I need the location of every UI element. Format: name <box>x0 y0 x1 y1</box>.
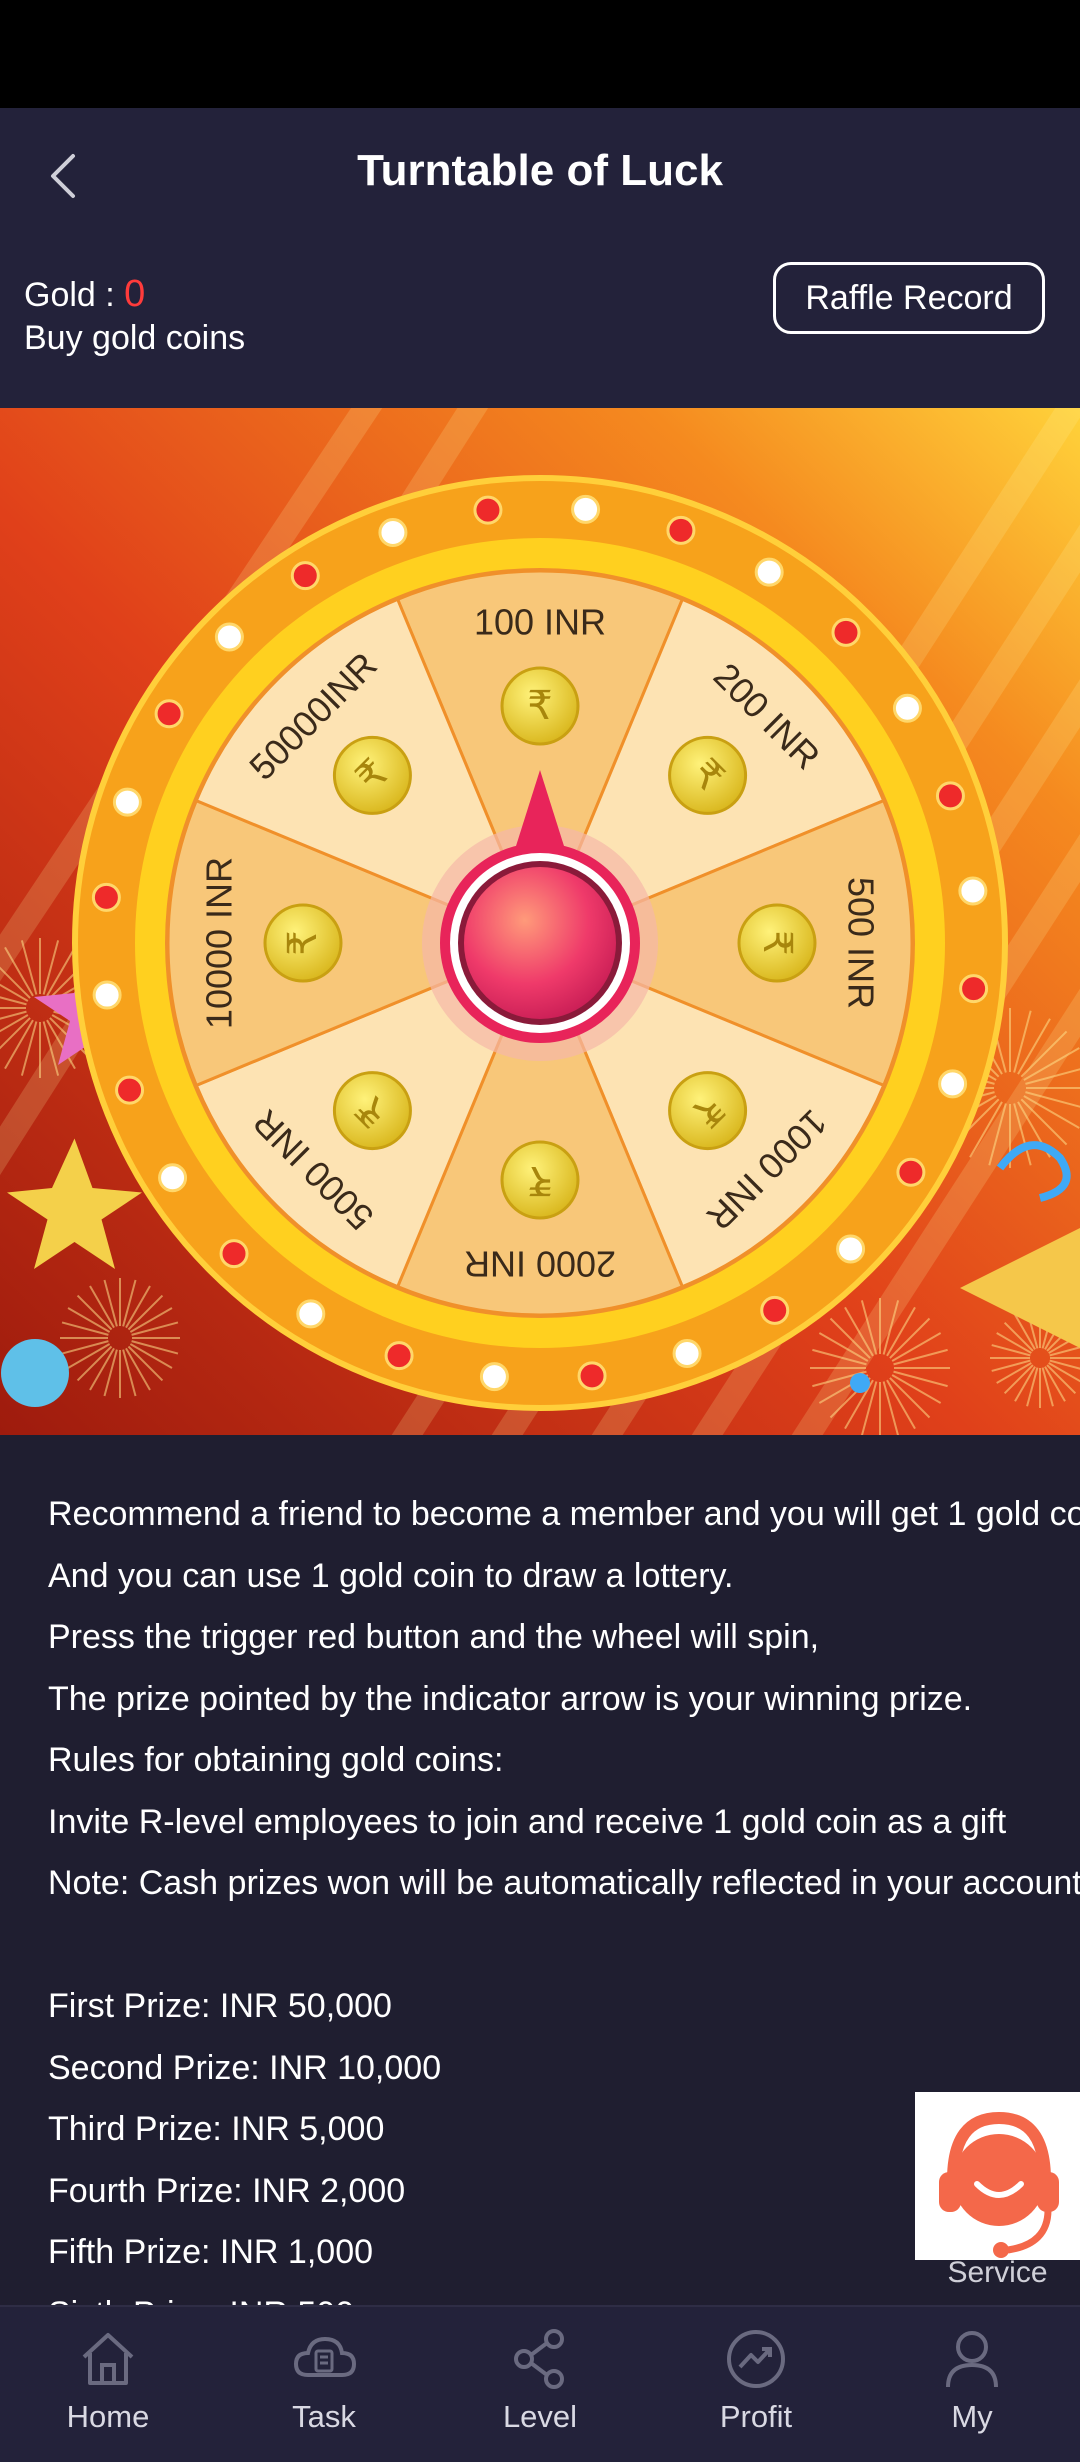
rim-light <box>473 495 503 525</box>
rim-light <box>158 1163 188 1193</box>
gold-label: Gold : <box>24 276 125 314</box>
rim-light <box>571 494 601 524</box>
rim-light <box>672 1338 702 1368</box>
nav-level-label: Level <box>502 2399 578 2434</box>
rule-line: Recommend a friend to become a member an… <box>48 1495 1080 1533</box>
rim-light <box>378 518 408 548</box>
headset-agent-icon <box>939 2111 1059 2258</box>
wheel-segment-label: 10000 INR <box>199 857 240 1029</box>
rupee-coin-icon: ₹ <box>737 903 817 983</box>
gold-value: 0 <box>124 273 146 315</box>
rim-light <box>666 515 696 545</box>
rule-line: Second Prize: INR 10,000 <box>48 2048 442 2087</box>
rupee-coin-icon: ₹ <box>500 666 580 746</box>
rim-light <box>115 1075 145 1105</box>
user-icon <box>946 2331 998 2388</box>
nav-home-label: Home <box>66 2399 150 2434</box>
rupee-coin-icon: ₹ <box>500 1140 580 1220</box>
nav-profit-label: Profit <box>719 2399 793 2434</box>
svg-text:₹: ₹ <box>527 1157 552 1203</box>
rim-light <box>577 1361 607 1391</box>
rule-line: First Prize: INR 50,000 <box>48 1987 392 2025</box>
rim-light <box>154 699 184 729</box>
wheel-segment-label: 100 INR <box>474 602 606 643</box>
rim-light <box>958 876 988 906</box>
rim-light <box>892 693 922 723</box>
status-bar <box>0 0 1080 108</box>
bottom-nav: Home Task Level Profit My <box>0 2305 1080 2462</box>
nav-task-label: Task <box>292 2399 356 2434</box>
rim-light <box>112 787 142 817</box>
service-button[interactable] <box>915 2092 1080 2260</box>
nav-task[interactable]: Task <box>216 2307 432 2462</box>
rule-line: Press the trigger red button and the whe… <box>48 1618 820 1656</box>
buy-gold-coins-link[interactable]: Buy gold coins <box>24 316 245 360</box>
share-icon <box>514 2329 564 2389</box>
rim-light <box>938 1069 968 1099</box>
rim-light <box>836 1234 866 1264</box>
wheel-segment-label: 500 INR <box>840 877 881 1009</box>
rupee-coin-icon: ₹ <box>668 1071 748 1151</box>
nav-my-label: My <box>951 2399 993 2434</box>
wheel-banner: 100 INR 200 INR 500 INR 1000 INR 2000 INR 500… <box>0 408 1080 1435</box>
raffle-record-button[interactable]: Raffle Record <box>773 262 1045 334</box>
nav-home[interactable]: Home <box>0 2307 216 2462</box>
rim-light <box>296 1299 326 1329</box>
rule-line: The prize pointed by the indicator arrow… <box>48 1679 973 1718</box>
rule-line: Note: Cash prizes won will be automatica… <box>48 1864 1080 1902</box>
rim-light <box>384 1341 414 1371</box>
nav-profit[interactable]: Profit <box>648 2307 864 2462</box>
svg-text:₹: ₹ <box>527 683 552 729</box>
service-label: Service <box>947 2256 1048 2289</box>
rule-line: And you can use 1 gold coin to draw a lo… <box>48 1556 734 1595</box>
nav-level[interactable]: Level <box>432 2307 648 2462</box>
trend-chart-icon <box>727 2330 785 2388</box>
rim-light <box>760 1295 790 1325</box>
rupee-coin-icon: ₹ <box>332 1071 412 1151</box>
rim-light <box>831 617 861 647</box>
rule-line <box>48 1915 1080 1977</box>
rim-light <box>91 882 121 912</box>
svg-text:₹: ₹ <box>280 930 326 955</box>
rupee-coin-icon: ₹ <box>668 735 748 815</box>
rim-light <box>479 1362 509 1392</box>
rupee-coin-icon: ₹ <box>263 903 343 983</box>
cloud-task-icon <box>293 2336 356 2377</box>
rim-light <box>92 980 122 1010</box>
page-title: Turntable of Luck <box>357 146 723 195</box>
nav-my[interactable]: My <box>864 2307 1080 2462</box>
wheel-segment-label: 2000 INR <box>464 1243 616 1284</box>
gold-balance: Gold : 0 <box>24 272 145 317</box>
rule-line: Invite R-level employees to join and rec… <box>48 1802 1007 1841</box>
svg-text:₹: ₹ <box>754 930 800 955</box>
rupee-coin-icon: ₹ <box>332 735 412 815</box>
rim-light <box>959 974 989 1004</box>
rim-light <box>290 561 320 591</box>
rim-light <box>754 557 784 587</box>
rim-light <box>896 1157 926 1187</box>
rule-line: Rules for obtaining gold coins: <box>48 1741 504 1779</box>
rim-light <box>935 781 965 811</box>
rim-light <box>219 1239 249 1269</box>
home-icon <box>82 2333 134 2385</box>
rim-light <box>214 622 244 652</box>
